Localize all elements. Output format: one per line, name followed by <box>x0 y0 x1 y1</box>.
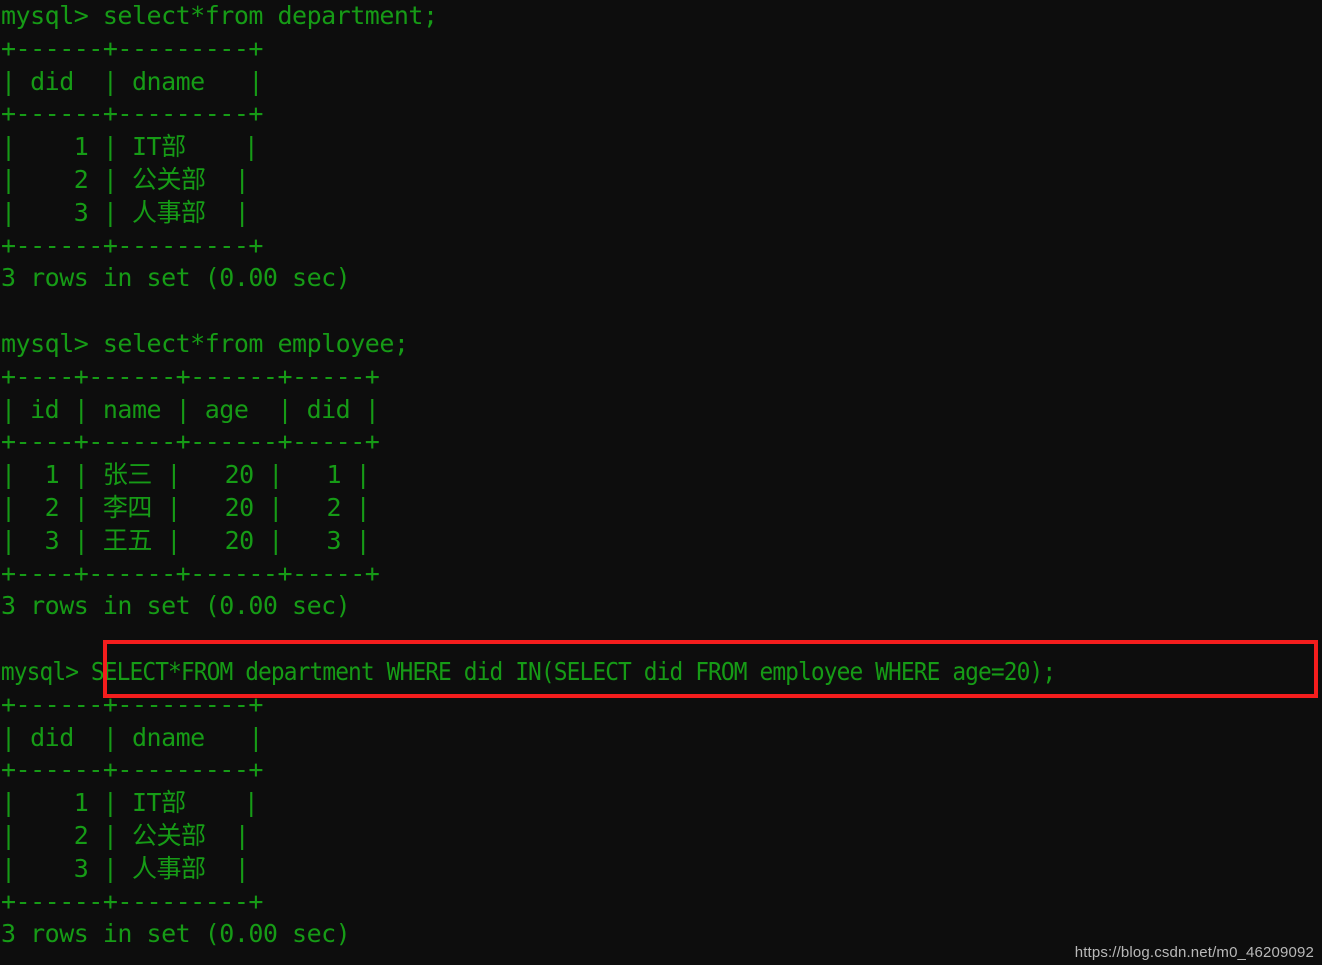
table-header-row: | did | dname | <box>1 722 263 752</box>
table-data-row: | 2 | 公关部 | <box>1 820 250 850</box>
table-data-row: | 2 | 李四 | 20 | 2 | <box>1 492 371 522</box>
table-border-top: +----+------+------+-----+ <box>1 361 380 391</box>
table-data-row: | 3 | 人事部 | <box>1 197 250 227</box>
command-select-department[interactable]: mysql> select*from department; <box>0 0 1153 33</box>
table-border-mid: +------+---------+ <box>1 755 263 785</box>
table-border-top: +------+---------+ <box>1 689 263 719</box>
table-data-row: | 1 | IT部 | <box>1 788 259 818</box>
command-select-employee[interactable]: mysql> select*from employee; <box>0 328 1153 361</box>
table-border-bottom: +------+---------+ <box>1 886 263 916</box>
result-status: 3 rows in set (0.00 sec) <box>1 919 351 949</box>
result-status: 3 rows in set (0.00 sec) <box>1 263 351 293</box>
table-data-row: | 1 | 张三 | 20 | 1 | <box>1 460 371 490</box>
table-data-row: | 1 | IT部 | <box>1 132 259 162</box>
table-data-row: | 2 | 公关部 | <box>1 164 250 194</box>
table-data-row: | 3 | 人事部 | <box>1 853 250 883</box>
command-subquery-highlighted[interactable]: mysql> SELECT*FROM department WHERE did … <box>0 656 1056 689</box>
terminal-window[interactable]: mysql> select*from department; +------+--… <box>0 0 1322 965</box>
table-border-mid: +------+---------+ <box>1 99 263 129</box>
table-border-mid: +----+------+------+-----+ <box>1 427 380 457</box>
result-status: 3 rows in set (0.00 sec) <box>1 591 351 621</box>
table-header-row: | did | dname | <box>1 66 263 96</box>
table-border-bottom: +----+------+------+-----+ <box>1 558 380 588</box>
table-border-top: +------+---------+ <box>1 33 263 63</box>
table-data-row: | 3 | 王五 | 20 | 3 | <box>1 525 371 555</box>
watermark-url: https://blog.csdn.net/m0_46209092 <box>1074 944 1314 961</box>
console-output: mysql> select*from department; +------+--… <box>0 0 1153 951</box>
table-border-bottom: +------+---------+ <box>1 230 263 260</box>
table-header-row: | id | name | age | did | <box>1 394 380 424</box>
